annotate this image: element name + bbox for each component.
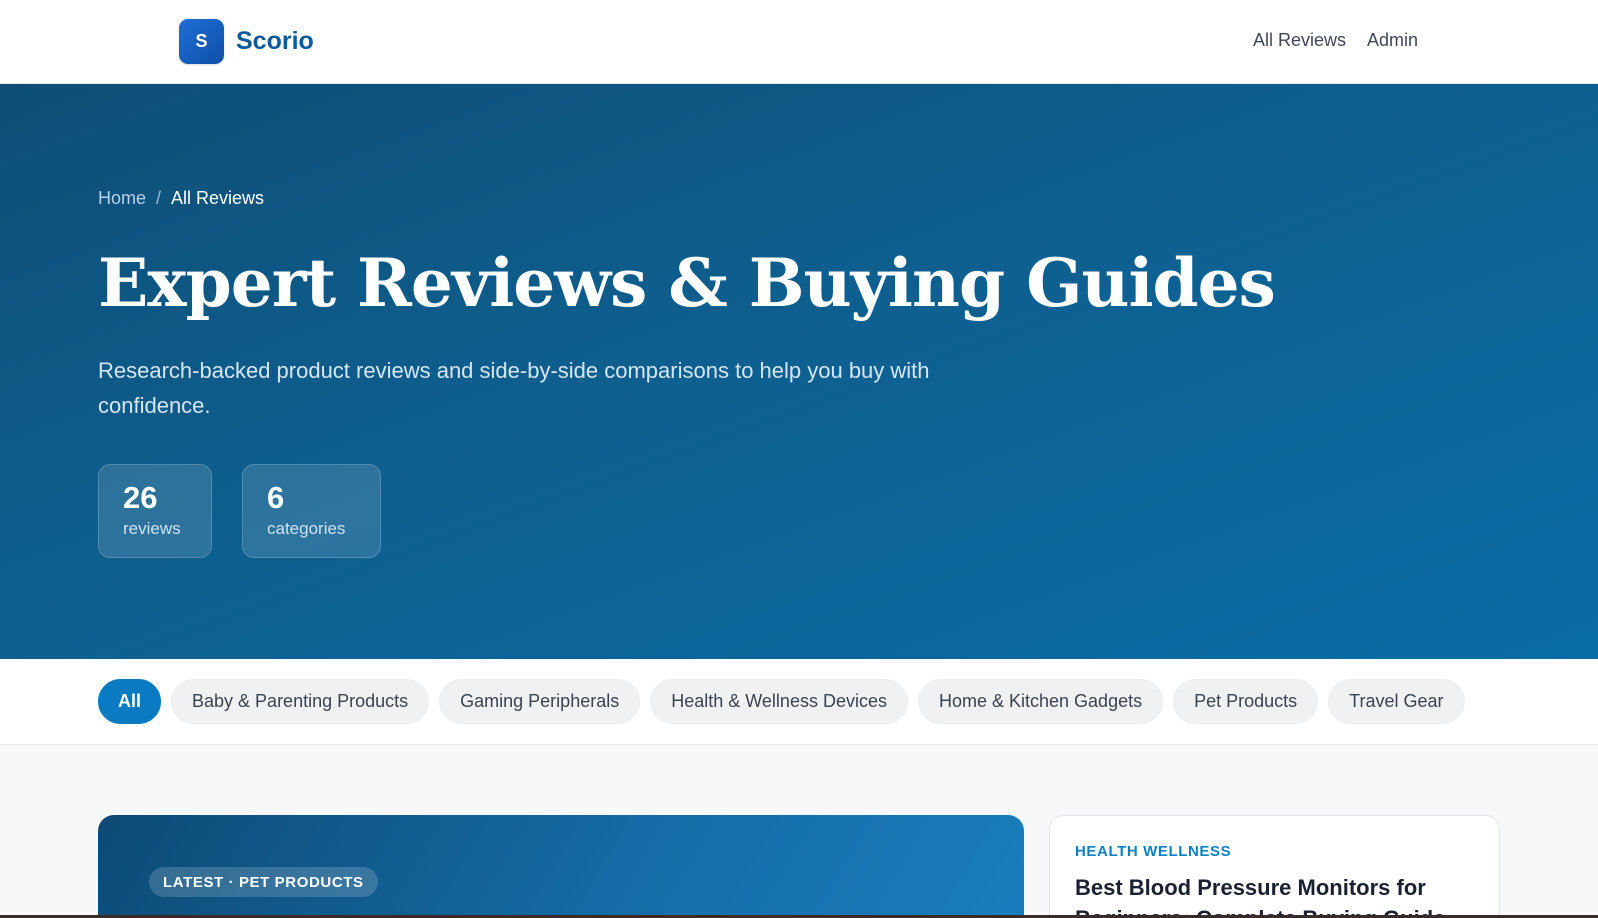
- filter-chip-health-wellness[interactable]: Health & Wellness Devices: [650, 679, 908, 724]
- filter-chip-home-kitchen[interactable]: Home & Kitchen Gadgets: [917, 679, 1164, 724]
- category-filter-list: All Baby & Parenting Products Gaming Per…: [98, 679, 1465, 724]
- filter-chip-gaming-peripherals[interactable]: Gaming Peripherals: [439, 679, 641, 724]
- category-filter-bar: All Baby & Parenting Products Gaming Per…: [0, 659, 1598, 745]
- hero-section: Home / All Reviews Expert Reviews & Buyi…: [0, 84, 1598, 659]
- stat-categories-label: categories: [267, 519, 346, 538]
- review-card-category: HEALTH WELLNESS: [1075, 843, 1232, 860]
- stat-categories-card: 6 categories: [242, 464, 381, 558]
- review-card[interactable]: HEALTH WELLNESS Best Blood Pressure Moni…: [1049, 815, 1500, 918]
- filter-chip-pet-products[interactable]: Pet Products: [1173, 679, 1319, 724]
- stat-categories-value: 6: [267, 480, 285, 515]
- brand-home-link[interactable]: S Scorio: [179, 19, 314, 64]
- nav-admin-link[interactable]: Admin: [1367, 30, 1418, 51]
- review-card-title[interactable]: Best Blood Pressure Monitors for Beginne…: [1075, 872, 1485, 918]
- breadcrumb: Home / All Reviews: [98, 188, 264, 209]
- brand-name: Scorio: [236, 27, 314, 55]
- nav-all-reviews-link[interactable]: All Reviews: [1253, 30, 1346, 51]
- featured-badge: LATEST · PET PRODUCTS: [149, 867, 378, 897]
- filter-chip-travel-gear[interactable]: Travel Gear: [1328, 679, 1465, 724]
- top-nav-links: All Reviews Admin: [1253, 30, 1418, 51]
- filter-chip-baby-parenting[interactable]: Baby & Parenting Products: [171, 679, 430, 724]
- stat-reviews-label: reviews: [123, 519, 181, 538]
- brand-logo-icon: S: [179, 19, 224, 64]
- stat-reviews-value: 26: [123, 480, 158, 515]
- filter-chip-all[interactable]: All: [98, 679, 162, 724]
- featured-review-card[interactable]: LATEST · PET PRODUCTS: [98, 815, 1024, 918]
- breadcrumb-current: All Reviews: [171, 188, 265, 208]
- stat-reviews-card: 26 reviews: [98, 464, 212, 558]
- breadcrumb-separator: /: [156, 188, 162, 208]
- top-navigation-bar: S Scorio All Reviews Admin: [0, 0, 1598, 84]
- breadcrumb-home-link[interactable]: Home: [98, 188, 146, 209]
- page-title: Expert Reviews & Buying Guides: [98, 244, 1276, 322]
- page-subtitle: Research-backed product reviews and side…: [98, 358, 930, 418]
